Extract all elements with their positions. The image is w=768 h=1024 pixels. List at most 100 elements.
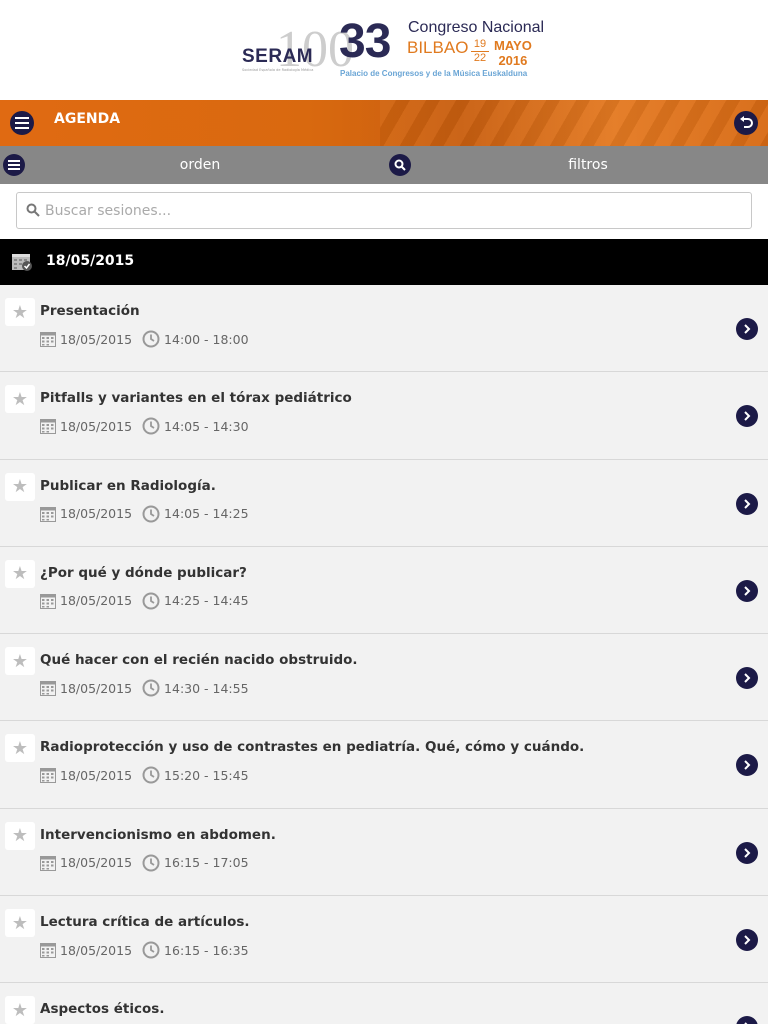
open-session-button[interactable]	[736, 405, 758, 428]
event-name: Congreso Nacional	[408, 19, 545, 36]
open-session-button[interactable]	[736, 929, 758, 952]
session-meta: 18/05/2015 14:30 - 14:55	[40, 679, 249, 697]
search-input[interactable]	[45, 193, 745, 228]
session-item[interactable]: ★ Publicar en Radiología. 18/05/2015 14:…	[0, 459, 768, 547]
favorite-button[interactable]: ★	[5, 996, 35, 1024]
calendar-icon	[40, 942, 56, 959]
favorite-button[interactable]: ★	[5, 472, 35, 501]
back-button[interactable]	[734, 111, 758, 135]
session-meta: 18/05/2015 14:05 - 14:30	[40, 417, 249, 435]
open-session-button[interactable]	[736, 667, 758, 690]
favorite-button[interactable]: ★	[5, 647, 35, 676]
event-month-year: MAYO 2016	[494, 38, 532, 68]
clock-icon	[142, 505, 160, 523]
day-start: 19	[473, 38, 487, 50]
chevron-right-icon	[744, 411, 751, 422]
seram-subtitle: Sociedad Española de Radiología Médica	[242, 68, 314, 72]
star-icon: ★	[11, 737, 29, 759]
calendar-icon	[40, 418, 56, 435]
session-time: 14:25 - 14:45	[164, 593, 249, 609]
menu-button[interactable]	[10, 111, 34, 135]
open-session-button[interactable]	[736, 754, 758, 777]
favorite-button[interactable]: ★	[5, 909, 35, 938]
session-item[interactable]: ★ Qué hacer con el recién nacido obstrui…	[0, 634, 768, 722]
chevron-right-icon	[744, 760, 751, 771]
session-item[interactable]: ★ Presentación 18/05/2015 14:00 - 18:00	[0, 285, 768, 373]
star-icon: ★	[11, 301, 29, 323]
title-bar: AGENDA	[0, 100, 768, 146]
chevron-right-icon	[744, 498, 751, 509]
session-time: 14:00 - 18:00	[164, 331, 249, 347]
clock-icon	[142, 330, 160, 348]
event-city: BILBAO	[407, 38, 469, 57]
session-title: Pitfalls y variantes en el tórax pediátr…	[40, 390, 352, 407]
open-session-button[interactable]	[736, 841, 758, 864]
filter-search-button[interactable]	[389, 154, 411, 176]
favorite-button[interactable]: ★	[5, 734, 35, 763]
calendar-check-icon	[12, 254, 32, 271]
star-icon: ★	[11, 563, 29, 585]
hamburger-icon	[15, 117, 29, 129]
open-session-button[interactable]	[736, 318, 758, 340]
hamburger-icon	[8, 160, 20, 170]
chevron-right-icon	[744, 586, 751, 596]
session-time: 16:15 - 17:05	[164, 855, 249, 871]
session-item[interactable]: ★ Aspectos éticos.	[0, 983, 768, 1024]
filter-toolbar: orden filtros	[0, 146, 768, 184]
open-session-button[interactable]	[736, 492, 758, 515]
clock-icon	[142, 941, 160, 959]
search-icon	[394, 159, 406, 171]
event-days: 19 22	[471, 39, 489, 64]
session-item[interactable]: ★ Lectura crítica de artículos. 18/05/20…	[0, 896, 768, 984]
favorite-button[interactable]: ★	[5, 821, 35, 850]
session-date: 18/05/2015	[60, 767, 133, 783]
day-end: 22	[473, 52, 487, 64]
calendar-icon	[40, 506, 56, 522]
page-title: AGENDA	[54, 111, 121, 127]
session-date: 18/05/2015	[60, 855, 133, 871]
chevron-right-icon	[744, 673, 751, 683]
star-icon: ★	[11, 999, 29, 1021]
session-item[interactable]: ★ Intervencionismo en abdomen. 18/05/201…	[0, 808, 768, 897]
filters-button[interactable]: filtros	[400, 157, 768, 173]
order-menu-button[interactable]	[3, 154, 25, 176]
session-title: Radioprotección y uso de contrastes en p…	[40, 739, 585, 756]
undo-arrow-icon	[740, 116, 753, 128]
session-title: ¿Por qué y dónde publicar?	[40, 564, 247, 581]
favorite-button[interactable]: ★	[5, 298, 35, 326]
session-list: ★ Presentación 18/05/2015 14:00 - 18:00 …	[0, 285, 768, 1024]
congress-logo: 100 SERAM Sociedad Española de Radiologí…	[226, 16, 546, 84]
session-item[interactable]: ★ ¿Por qué y dónde publicar? 18/05/2015	[0, 546, 768, 635]
calendar-icon	[40, 767, 56, 784]
session-time: 14:05 - 14:25	[164, 506, 249, 522]
seram-wordmark: SERAM	[242, 46, 314, 67]
favorite-button[interactable]: ★	[5, 385, 35, 414]
session-item[interactable]: ★ Pitfalls y variantes en el tórax pediá…	[0, 372, 768, 460]
session-meta: 18/05/2015 16:15 - 16:35	[40, 941, 249, 959]
edition-number: 33	[339, 15, 391, 68]
chevron-right-icon	[744, 935, 751, 945]
session-time: 16:15 - 16:35	[164, 942, 249, 958]
session-title: Lectura crítica de artículos.	[40, 914, 250, 931]
session-title: Aspectos éticos.	[40, 1001, 165, 1018]
event-venue: Palacio de Congresos y de la Música Eusk…	[340, 69, 528, 78]
event-month: MAYO	[494, 38, 532, 53]
open-session-button[interactable]	[736, 579, 758, 602]
session-title: Publicar en Radiología.	[40, 477, 216, 494]
session-title: Presentación	[40, 303, 140, 319]
calendar-icon	[40, 331, 56, 347]
day-date: 18/05/2015	[46, 253, 135, 269]
session-title: Qué hacer con el recién nacido obstruido…	[40, 652, 358, 669]
open-session-button[interactable]	[736, 1016, 758, 1024]
search-icon	[26, 203, 40, 217]
clock-icon	[142, 766, 160, 784]
session-title: Intervencionismo en abdomen.	[40, 826, 276, 843]
favorite-button[interactable]: ★	[5, 559, 35, 588]
seram-logo: 100 SERAM Sociedad Española de Radiologí…	[226, 24, 354, 76]
session-item[interactable]: ★ Radioprotección y uso de contrastes en…	[0, 721, 768, 809]
session-time: 14:30 - 14:55	[164, 680, 249, 696]
star-icon: ★	[11, 388, 29, 410]
session-meta: 18/05/2015 16:15 - 17:05	[40, 854, 249, 872]
order-button[interactable]: orden	[0, 157, 400, 173]
session-time: 15:20 - 15:45	[164, 767, 249, 783]
